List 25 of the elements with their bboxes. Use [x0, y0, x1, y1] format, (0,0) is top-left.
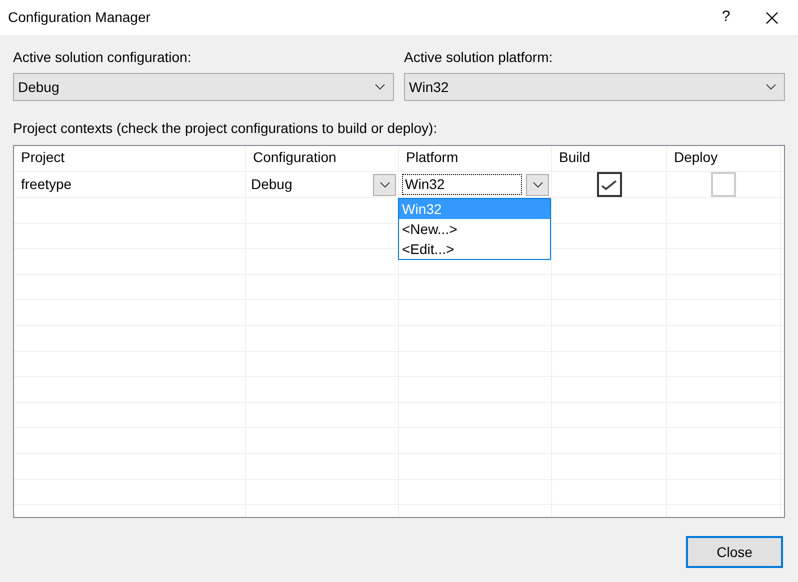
- chevron-down-icon: [766, 84, 776, 90]
- platform-field[interactable]: Win32: [402, 174, 522, 195]
- checkbox[interactable]: [596, 172, 622, 197]
- chevron-down-icon: [375, 84, 385, 90]
- table-cell-text: Debug: [251, 175, 294, 194]
- dialog-button[interactable]: Close: [686, 536, 783, 568]
- column-header: Build: [559, 148, 590, 167]
- field-label: Active solution platform:: [404, 48, 554, 67]
- dropdown-button[interactable]: [526, 174, 549, 196]
- chevron-down-icon: [532, 182, 542, 188]
- help-button[interactable]: ?: [706, 0, 746, 35]
- close-icon: [766, 12, 778, 24]
- column-header: Project: [21, 148, 65, 167]
- table-cell-text: freetype: [21, 175, 72, 194]
- chevron-down-icon: [380, 182, 390, 188]
- field-label: Active solution configuration:: [13, 48, 192, 67]
- section-label: Project contexts (check the project configurations to build or deploy):: [12, 119, 438, 138]
- dropdown[interactable]: Win32: [404, 73, 785, 101]
- column-header: Platform: [406, 148, 458, 167]
- checkmark-icon: [601, 178, 617, 190]
- column-header: Deploy: [674, 148, 718, 167]
- dropdown-button[interactable]: [373, 174, 396, 196]
- window-title: Configuration Manager: [8, 8, 152, 27]
- column-header: Configuration: [253, 148, 336, 167]
- dropdown[interactable]: Debug: [13, 73, 394, 101]
